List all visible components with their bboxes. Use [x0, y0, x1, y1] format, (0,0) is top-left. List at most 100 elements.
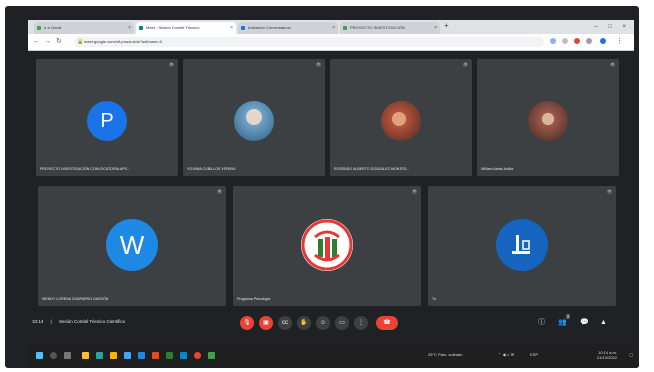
url-text: meet.google.com/nif-pmzw-bdz?authuser=0 [84, 39, 162, 44]
reload-icon[interactable]: ↻ [56, 37, 62, 47]
tab-label: Ir a Gmail [44, 25, 62, 30]
avatar [496, 219, 548, 271]
participant-tile[interactable]: ✕ YOVANA CUBILLOS YEPARA [183, 59, 325, 176]
excel-icon[interactable] [166, 352, 173, 359]
mic-icon[interactable]: 🎙 [240, 316, 254, 330]
participant-name: Programa Psicología [237, 297, 271, 301]
gmail-favicon-icon [37, 26, 41, 30]
forward-arrow-icon[interactable]: → [44, 37, 51, 47]
tab-invitation[interactable]: Invitación Conversatorio × [238, 22, 338, 34]
present-icon[interactable]: ▭ [335, 316, 349, 330]
mic-muted-icon: ✕ [169, 62, 174, 67]
extension-gray-icon[interactable] [586, 38, 592, 44]
tab-gmail[interactable]: Ir a Gmail × [34, 22, 134, 34]
avatar: W [106, 219, 158, 271]
participant-tile[interactable]: ✕ ROSENDO ALBERTO GONZALEZ MONTES... [330, 59, 472, 176]
info-icon[interactable]: ⓘ [538, 318, 545, 328]
plus-icon[interactable]: + [444, 21, 449, 30]
psychology-logo-icon [301, 219, 353, 271]
close-tab-icon[interactable]: × [332, 22, 335, 34]
maximize-icon[interactable]: □ [608, 20, 612, 34]
captions-icon[interactable]: cc [278, 316, 292, 330]
participant-tile[interactable]: ✕ William Alexis Ardila [477, 59, 619, 176]
window-close-icon[interactable]: × [622, 20, 626, 34]
profile-avatar[interactable] [600, 38, 606, 44]
browser-tab-bar: Ir a Gmail × Meet - Sesión Comité Técnic… [28, 20, 634, 34]
people-count-badge: 7 [566, 314, 571, 319]
sheets-favicon-icon [343, 26, 347, 30]
windows-start-icon[interactable] [36, 352, 43, 359]
edge-icon[interactable] [96, 352, 103, 359]
mic-muted-icon: ✕ [217, 189, 222, 194]
meeting-time: 10:14 [32, 319, 44, 324]
language-indicator[interactable]: ESP [530, 352, 538, 357]
close-tab-icon[interactable]: × [434, 22, 437, 34]
pinned-app-icon[interactable] [208, 352, 215, 359]
participant-tile[interactable]: ✕ P PROYECTO INVESTIGACIÓN CONVOCATORIA … [36, 59, 178, 176]
close-tab-icon[interactable]: × [128, 22, 131, 34]
self-avatar-icon [496, 219, 548, 271]
tab-project[interactable]: PROYECTO INVESTIGACIÓN × [340, 22, 440, 34]
psychology-logo-avatar [301, 219, 353, 271]
browser-menu-icon[interactable]: ⋮ [616, 37, 623, 47]
meeting-title: Sesión Comité Técnico Científico [58, 319, 126, 324]
tab-meet[interactable]: Meet - Sesión Comité Técnico × [136, 22, 236, 34]
task-view-icon[interactable] [64, 352, 71, 359]
chrome-icon[interactable] [194, 352, 201, 359]
chat-icon[interactable]: 💬 [580, 318, 589, 328]
tab-label: Invitación Conversatorio [248, 25, 291, 30]
close-tab-icon[interactable]: × [230, 22, 233, 34]
avatar [234, 101, 274, 141]
extension-icon[interactable] [550, 38, 556, 44]
docs-favicon-icon [241, 26, 245, 30]
tab-label: PROYECTO INVESTIGACIÓN [350, 25, 405, 30]
search-icon[interactable] [50, 352, 57, 359]
meet-control-bar: 10:14 | Sesión Comité Técnico Científico… [28, 313, 639, 335]
activities-icon[interactable]: ▲ [600, 318, 607, 328]
participant-name: Tú [432, 297, 437, 301]
powerpoint-icon[interactable] [152, 352, 159, 359]
word-icon[interactable] [138, 352, 145, 359]
avatar [381, 101, 421, 141]
avatar: P [87, 101, 127, 141]
mic-muted-icon: ✕ [607, 189, 612, 194]
notifications-icon[interactable]: ▢ [629, 352, 633, 357]
extension-red-icon[interactable] [574, 38, 580, 44]
clock-date: 21/10/2022 [596, 355, 617, 360]
lock-icon: 🔒 [77, 39, 84, 45]
url-input[interactable]: 🔒 meet.google.com/nif-pmzw-bdz?authuser=… [74, 37, 544, 47]
participant-name: ROSENDO ALBERTO GONZALEZ MONTES... [334, 167, 410, 171]
back-arrow-icon[interactable]: ← [33, 37, 40, 47]
mic-muted-icon: ✕ [610, 62, 615, 67]
folder-icon[interactable] [110, 352, 117, 359]
tab-label: Meet - Sesión Comité Técnico [146, 25, 200, 30]
meeting-details: 10:14 | Sesión Comité Técnico Científico [32, 319, 125, 324]
mic-muted-icon: ✕ [316, 62, 321, 67]
mic-muted-icon: ✕ [463, 62, 468, 67]
browser-address-bar: ← → ↻ 🔒 meet.google.com/nif-pmzw-bdz?aut… [28, 34, 634, 51]
minimize-icon[interactable]: – [595, 20, 598, 34]
participant-name: PROYECTO INVESTIGACIÓN CONVOCATORIA APS.… [40, 167, 130, 171]
participant-name: YOVANA CUBILLOS YEPARA [187, 167, 236, 171]
windows-taskbar: 25°C Parc. soleado ⌃ ◀ ♫ ✉ ESP 10:14 a.m… [28, 344, 639, 368]
more-icon[interactable]: ⋮ [354, 316, 368, 330]
weather-widget[interactable]: 25°C Parc. soleado [428, 352, 463, 357]
participant-tile[interactable]: ✕ Tú [428, 186, 616, 306]
store-icon[interactable] [124, 352, 131, 359]
mail-icon[interactable] [180, 352, 187, 359]
tray-icons[interactable]: ⌃ ◀ ♫ ✉ [498, 352, 514, 357]
leave-call-button[interactable]: ☎ [376, 316, 398, 330]
participant-tile[interactable]: ✕ W WENDY LORENA CHAPARRO GARZÓN [38, 186, 226, 306]
mic-muted-icon: ✕ [412, 189, 417, 194]
bookmark-star-icon[interactable] [562, 38, 568, 44]
taskbar-clock[interactable]: 10:14 a.m. 21/10/2022 [597, 350, 617, 360]
camera-icon[interactable]: ▣ [259, 316, 273, 330]
file-explorer-icon[interactable] [82, 352, 89, 359]
meet-favicon-icon [139, 26, 143, 30]
people-icon[interactable]: 👥 [558, 318, 567, 328]
participant-name: William Alexis Ardila [481, 167, 513, 171]
participant-tile[interactable]: ✕ Programa Psicología [233, 186, 421, 306]
emoji-icon[interactable]: ☺ [316, 316, 330, 330]
raise-hand-icon[interactable]: ✋ [297, 316, 311, 330]
avatar [528, 101, 568, 141]
